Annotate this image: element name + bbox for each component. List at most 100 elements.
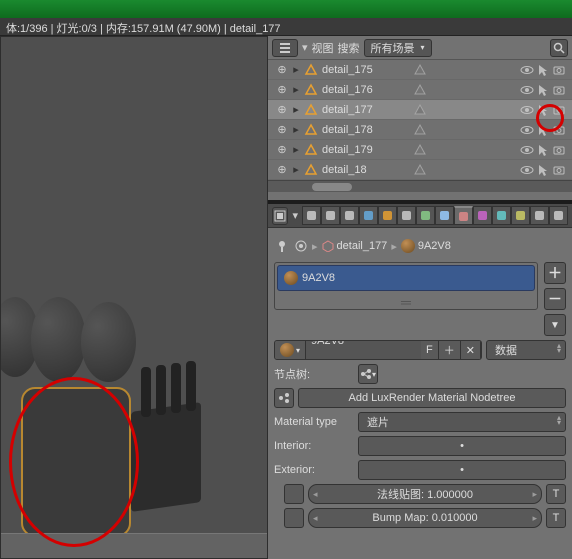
expand-icon[interactable]: ⊕ <box>276 104 288 116</box>
outliner-hscroll[interactable] <box>268 180 572 192</box>
expand-icon[interactable]: ⊕ <box>276 124 288 136</box>
view-menu[interactable]: 视图 <box>312 40 334 56</box>
properties-tab-particle[interactable] <box>492 206 511 225</box>
unlink-material-button[interactable]: ✕ <box>461 341 481 359</box>
new-material-button[interactable]: ＋ <box>439 341 461 359</box>
chevron-right-icon[interactable]: ▸ <box>290 124 302 136</box>
properties-tab-physics[interactable] <box>511 206 530 225</box>
breadcrumb-object[interactable]: detail_177 <box>322 240 388 252</box>
add-slot-button[interactable]: ＋ <box>544 262 566 284</box>
outliner-item-name: detail_18 <box>320 164 411 176</box>
chevron-right-icon[interactable]: ▸ <box>290 104 302 116</box>
search-menu[interactable]: 搜索 <box>338 40 360 56</box>
render-icon[interactable] <box>552 123 566 137</box>
properties-tab-render[interactable] <box>302 206 321 225</box>
modifier-icon <box>419 209 432 222</box>
mesh-icon <box>304 143 318 157</box>
mesh-icon <box>304 103 318 117</box>
slot-specials-menu[interactable]: ▼ <box>544 314 566 336</box>
mesh-object <box>81 302 136 382</box>
fake-user-button[interactable]: F <box>421 341 439 359</box>
cursor-icon[interactable] <box>536 143 550 157</box>
exterior-volume-button[interactable]: • <box>358 460 566 480</box>
scene-filter-dropdown[interactable]: 所有场景 ▾ <box>364 39 432 57</box>
editor-type-menu[interactable] <box>272 207 288 225</box>
properties-tab-modifier[interactable] <box>416 206 435 225</box>
normalmap-value[interactable]: 法线贴图: 1.000000 <box>308 484 542 504</box>
eye-icon[interactable] <box>520 103 534 117</box>
render-icon[interactable] <box>552 143 566 157</box>
eye-icon[interactable] <box>520 143 534 157</box>
material-id-block: ▾ 9A2V8 F ＋ ✕ <box>274 340 482 360</box>
outliner-item-name: detail_175 <box>320 64 411 76</box>
object-icon <box>381 209 394 222</box>
expand-icon[interactable]: ⊕ <box>276 64 288 76</box>
bumpmap-texture-button[interactable]: T <box>546 508 566 528</box>
chevron-right-icon: ▸ <box>391 240 397 253</box>
eye-icon[interactable] <box>520 63 534 77</box>
object-icon <box>322 240 334 252</box>
properties-tab-material[interactable] <box>454 206 473 225</box>
render-icon[interactable] <box>552 103 566 117</box>
cursor-icon[interactable] <box>536 83 550 97</box>
properties-tab-bone[interactable] <box>530 206 549 225</box>
expand-icon[interactable]: ⊕ <box>276 84 288 96</box>
mesh-data-icon <box>413 63 427 77</box>
properties-tab-extra[interactable] <box>549 206 568 225</box>
render-icon[interactable] <box>552 63 566 77</box>
outliner-item[interactable]: ⊕ ▸ detail_177 <box>268 100 572 120</box>
remove-slot-button[interactable]: － <box>544 288 566 310</box>
3d-viewport[interactable] <box>0 36 268 559</box>
properties-tab-data[interactable] <box>435 206 454 225</box>
chevron-right-icon[interactable]: ▸ <box>290 164 302 176</box>
extra-icon <box>552 209 565 222</box>
material-link-dropdown[interactable]: 数据 <box>486 340 566 360</box>
eye-icon[interactable] <box>520 83 534 97</box>
normalmap-texture-button[interactable]: T <box>546 484 566 504</box>
material-slot-name: 9A2V8 <box>302 272 335 284</box>
material-slot[interactable]: 9A2V8 <box>277 265 535 291</box>
outliner-item[interactable]: ⊕ ▸ detail_18 <box>268 160 572 180</box>
cursor-icon[interactable] <box>536 123 550 137</box>
cursor-icon[interactable] <box>536 103 550 117</box>
properties-tab-texture[interactable] <box>473 206 492 225</box>
material-icon <box>280 343 294 357</box>
material-browse-button[interactable]: ▾ <box>275 341 306 359</box>
eye-icon[interactable] <box>520 163 534 177</box>
expand-icon[interactable]: ⊕ <box>276 144 288 156</box>
properties-tab-layers[interactable] <box>321 206 340 225</box>
search-button[interactable] <box>550 39 568 57</box>
bumpmap-value[interactable]: Bump Map: 0.010000 <box>308 508 542 528</box>
bumpmap-checkbox[interactable] <box>284 508 304 528</box>
pin-icon[interactable] <box>274 238 290 254</box>
outliner-list[interactable]: ⊕ ▸ detail_175 ⊕ ▸ detail_176 ⊕ ▸ detail… <box>268 60 572 200</box>
outliner-item[interactable]: ⊕ ▸ detail_178 <box>268 120 572 140</box>
editor-type-menu[interactable] <box>272 39 298 57</box>
render-icon[interactable] <box>552 163 566 177</box>
render-icon[interactable] <box>552 83 566 97</box>
normalmap-checkbox[interactable] <box>284 484 304 504</box>
breadcrumb-material[interactable]: 9A2V8 <box>401 239 451 253</box>
nodetree-icon-button[interactable] <box>274 388 294 408</box>
chevron-right-icon[interactable]: ▸ <box>290 84 302 96</box>
expand-icon[interactable]: ⊕ <box>276 164 288 176</box>
outliner-item[interactable]: ⊕ ▸ detail_175 <box>268 60 572 80</box>
list-grip-icon[interactable]: ═ <box>277 297 535 307</box>
mesh-data-icon <box>413 143 427 157</box>
properties-tab-constraint[interactable] <box>397 206 416 225</box>
properties-tab-world[interactable] <box>359 206 378 225</box>
interior-volume-button[interactable]: • <box>358 436 566 456</box>
magnifier-icon <box>553 42 565 54</box>
nodetree-browse-button[interactable]: ▾ <box>358 364 378 384</box>
outliner-item[interactable]: ⊕ ▸ detail_179 <box>268 140 572 160</box>
properties-tab-object[interactable] <box>378 206 397 225</box>
chevron-right-icon[interactable]: ▸ <box>290 64 302 76</box>
cursor-icon[interactable] <box>536 163 550 177</box>
add-nodetree-button[interactable]: Add LuxRender Material Nodetree <box>298 388 566 408</box>
eye-icon[interactable] <box>520 123 534 137</box>
outliner-item[interactable]: ⊕ ▸ detail_176 <box>268 80 572 100</box>
properties-tab-scene[interactable] <box>340 206 359 225</box>
material-type-dropdown[interactable]: 遮片 <box>358 412 566 432</box>
chevron-right-icon[interactable]: ▸ <box>290 144 302 156</box>
cursor-icon[interactable] <box>536 63 550 77</box>
